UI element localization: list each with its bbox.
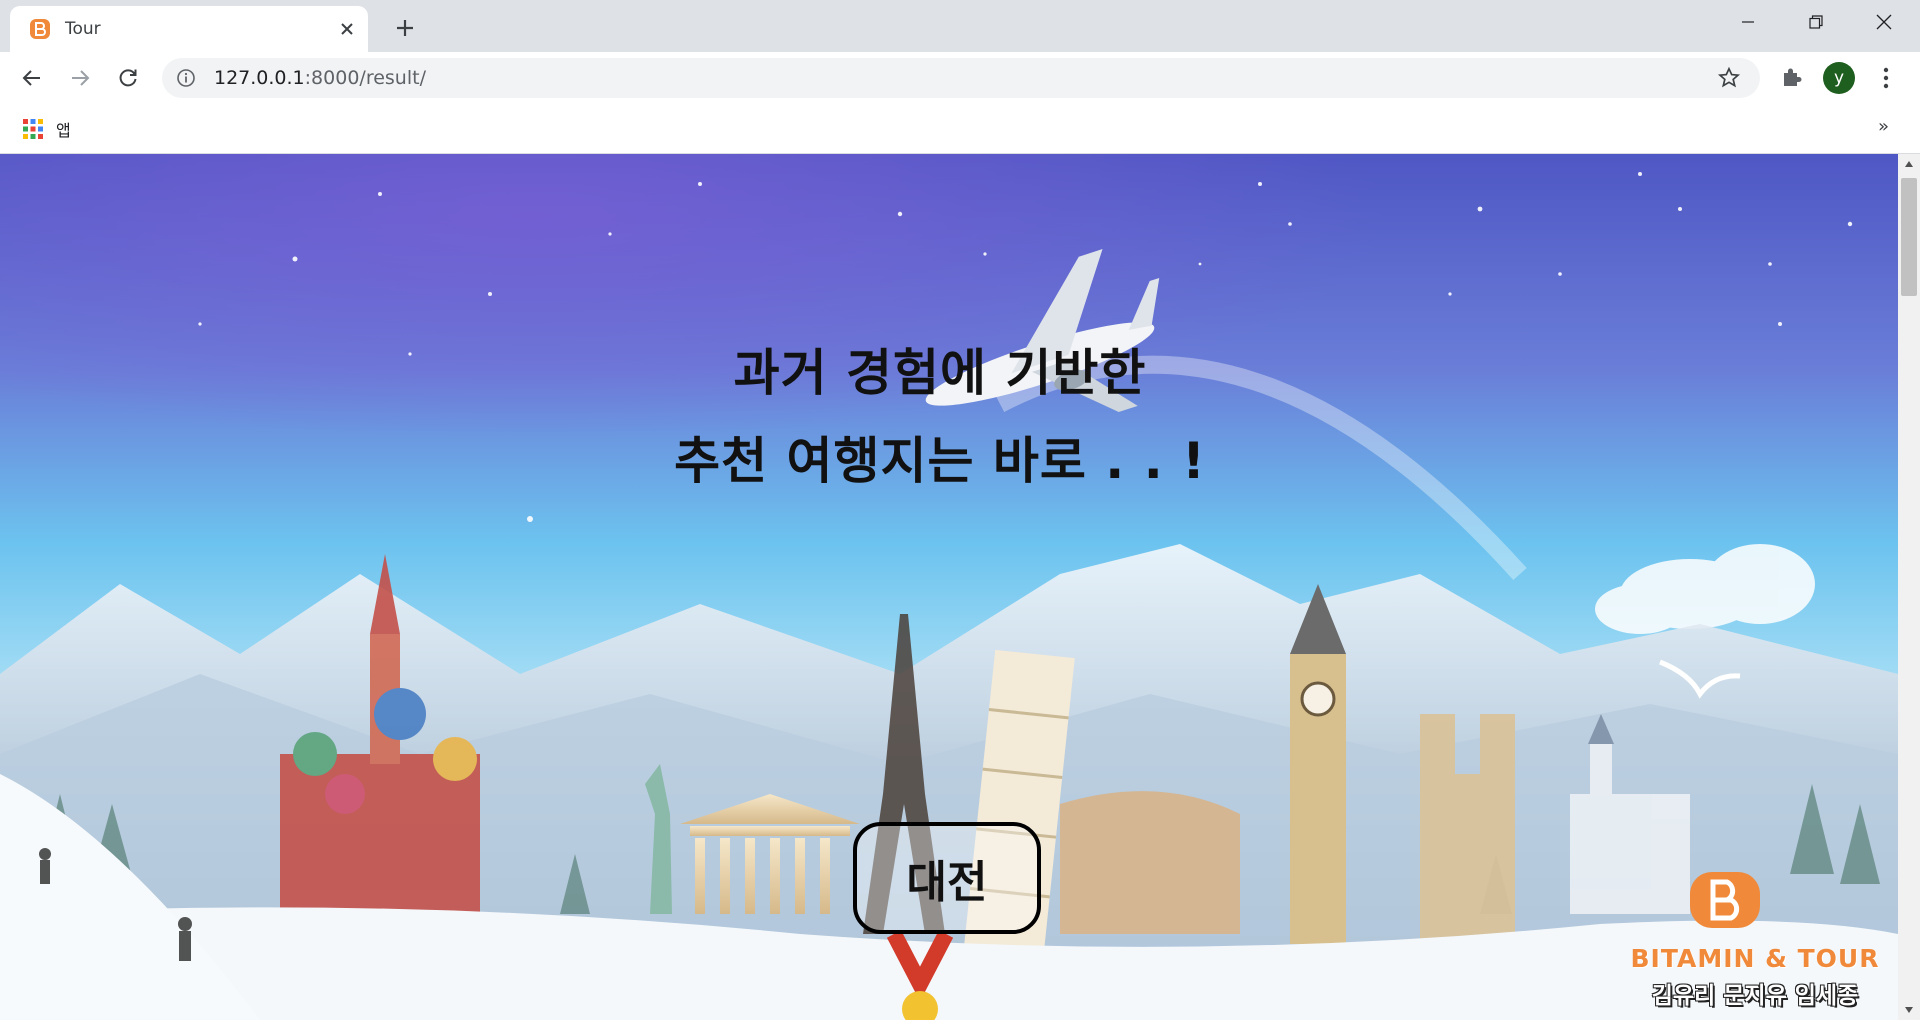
brand-watermark: BITAMIN & TOUR 김유리 문지유 임세종: [1620, 872, 1890, 1012]
page-viewport: 과거 경험에 기반한 추천 여행지는 바로 . . ! 대전 BITAMIN &…: [0, 154, 1898, 1020]
apps-bookmark-label[interactable]: 앱: [56, 117, 71, 141]
bookmark-star-icon[interactable]: [1717, 66, 1741, 90]
back-arrow-icon[interactable]: [14, 60, 50, 96]
browser-toolbar: 127.0.0.1:8000/result/ y: [0, 52, 1920, 104]
reload-icon[interactable]: [110, 60, 146, 96]
tab-tour[interactable]: Tour: [10, 6, 368, 52]
recommended-destination-button[interactable]: 대전: [853, 822, 1041, 934]
bookmarks-bar: 앱 »: [0, 104, 1920, 154]
close-tab-icon[interactable]: [335, 17, 359, 41]
apps-grid-icon[interactable]: [22, 118, 44, 140]
destination-label: 대전: [906, 857, 988, 908]
extensions-puzzle-icon[interactable]: [1778, 64, 1806, 92]
url-host: 127.0.0.1: [214, 67, 305, 89]
new-tab-button[interactable]: [390, 13, 420, 43]
close-window-icon[interactable]: [1850, 0, 1918, 44]
brand-credits: 김유리 문지유 임세종: [1651, 983, 1859, 1009]
scrollbar-thumb[interactable]: [1901, 178, 1917, 296]
url-path: :8000/result/: [304, 67, 426, 89]
scroll-up-arrow-icon[interactable]: [1898, 154, 1920, 174]
tab-strip: Tour: [0, 0, 1920, 52]
vertical-scrollbar[interactable]: [1898, 154, 1920, 1020]
scroll-down-arrow-icon[interactable]: [1898, 1000, 1920, 1020]
forward-arrow-icon[interactable]: [62, 60, 98, 96]
restore-icon[interactable]: [1782, 0, 1850, 44]
recommendation-headline: 과거 경험에 기반한 추천 여행지는 바로 . . !: [560, 329, 1320, 505]
bitamin-logo-icon: [30, 19, 50, 39]
brand-name: BITAMIN & TOUR: [1630, 944, 1880, 973]
address-bar[interactable]: 127.0.0.1:8000/result/: [162, 58, 1760, 98]
profile-initial: y: [1833, 68, 1845, 88]
headline-line-1: 과거 경험에 기반한: [733, 344, 1147, 402]
info-icon[interactable]: [176, 68, 196, 88]
more-menu-icon[interactable]: [1872, 64, 1900, 92]
profile-avatar[interactable]: y: [1823, 62, 1855, 94]
url-text[interactable]: 127.0.0.1:8000/result/: [214, 67, 426, 89]
tab-title: Tour: [65, 19, 101, 39]
bookmarks-overflow-button[interactable]: »: [1878, 116, 1889, 137]
headline-line-2: 추천 여행지는 바로 . . !: [674, 432, 1206, 490]
minimize-icon[interactable]: [1714, 0, 1782, 44]
